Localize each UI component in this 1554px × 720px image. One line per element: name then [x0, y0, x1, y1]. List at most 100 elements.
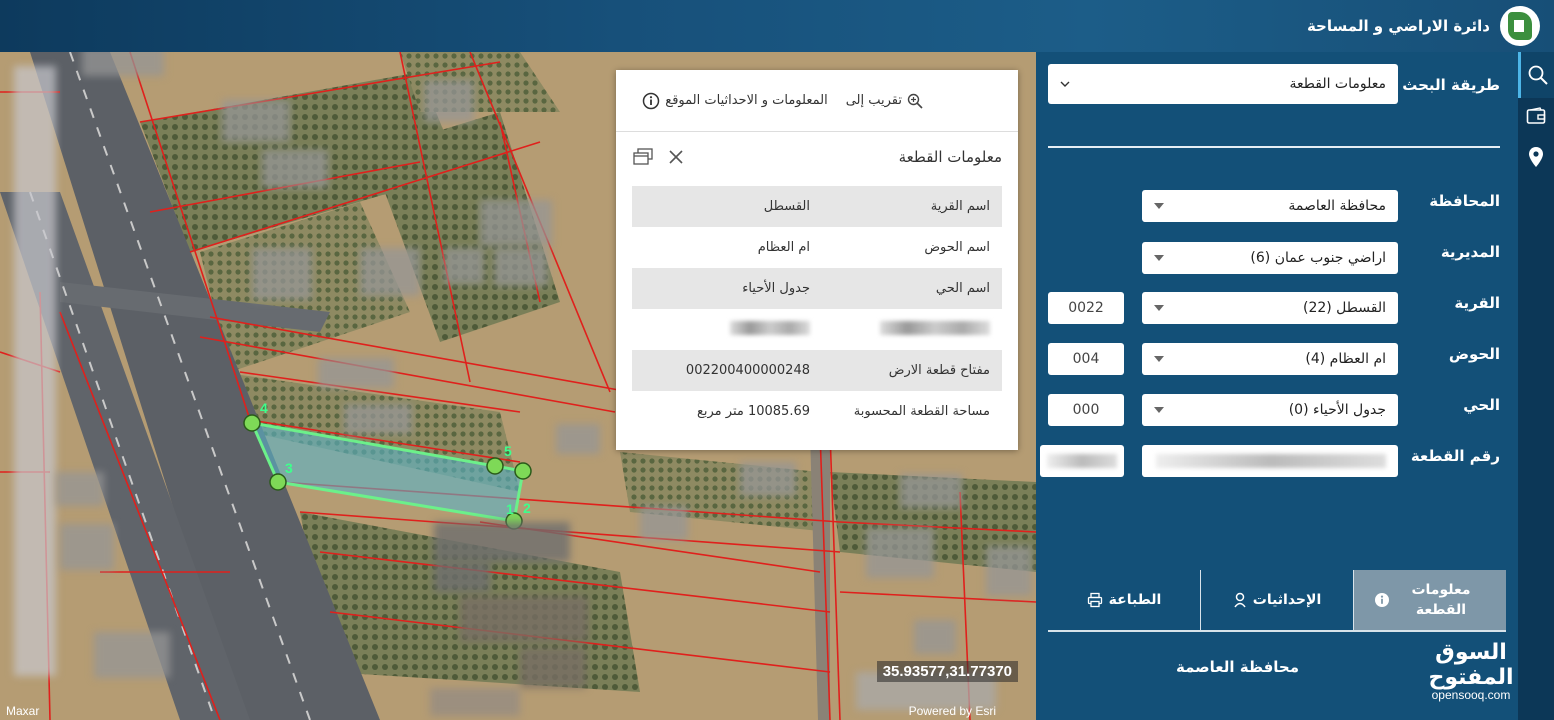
governorate-select[interactable]: محافظة العاصمة: [1142, 190, 1398, 222]
location-tool-button[interactable]: [1518, 134, 1554, 180]
popup-title: معلومات القطعة: [898, 148, 1002, 166]
search-method-label: طريقة البحث: [1402, 76, 1500, 94]
esri-attribution[interactable]: Powered by Esri: [909, 704, 996, 718]
redacted-label: [444, 248, 484, 284]
vertex-label: 5: [504, 443, 512, 459]
parcel-number-label: رقم القطعة: [1410, 447, 1500, 465]
zoom-to-label: تقريب إلى: [845, 93, 902, 108]
close-icon[interactable]: [668, 149, 684, 165]
village-code-input[interactable]: 0022: [1048, 292, 1124, 324]
redacted-label: [494, 248, 548, 286]
tab-parcel-info[interactable]: معلومات القطعة: [1354, 570, 1506, 632]
redacted-label: [480, 200, 552, 246]
selected-region-text: محافظة العاصمة: [1176, 658, 1300, 676]
watermark-arabic: السوق المفتوح: [1428, 640, 1514, 690]
governorate-label: المحافظة: [1429, 192, 1500, 210]
caret-down-icon: [1154, 407, 1164, 413]
parcel-number-redacted: [1156, 454, 1386, 468]
info-icon: [643, 92, 660, 109]
tab-parcel-info-label: معلومات القطعة: [1411, 582, 1471, 618]
redacted-label: [434, 562, 490, 592]
wallet-icon: [1526, 107, 1546, 124]
redacted-label: [262, 150, 328, 188]
redacted-label: [14, 66, 56, 676]
search-method-value: معلومات القطعة: [1289, 76, 1387, 92]
basin-select[interactable]: ام العظام (4): [1142, 343, 1398, 375]
table-row: اسم الحي جدول الأحياء: [632, 268, 1002, 309]
redacted-label: [740, 462, 796, 496]
village-select[interactable]: القسطل (22): [1142, 292, 1398, 324]
divider: [1048, 146, 1500, 148]
search-method-select[interactable]: معلومات القطعة: [1048, 64, 1398, 104]
redacted-label: [430, 688, 520, 716]
governorate-value: محافظة العاصمة: [1288, 198, 1386, 214]
table-row-redacted: [632, 309, 1002, 350]
dls-logo-icon: [1500, 6, 1540, 46]
parcel-info-popup: تقريب إلى المعلومات و الاحداثيات الموقع …: [616, 70, 1018, 450]
redacted-label: [460, 596, 588, 642]
table-row: مفتاح قطعة الارض 002200400000248: [632, 350, 1002, 391]
attr-key: اسم الحوض: [924, 240, 990, 255]
attr-value: جدول الأحياء: [632, 268, 822, 309]
cursor-coordinates: 35.93577,31.77370: [876, 661, 1018, 682]
vertex-label: 1: [506, 501, 514, 517]
attr-value-redacted: [632, 309, 822, 350]
tab-print[interactable]: الطباعة: [1048, 570, 1201, 632]
imagery-attribution: Maxar: [6, 704, 40, 718]
redacted-label: [94, 632, 170, 678]
printer-icon: [1087, 592, 1102, 608]
info-icon: [1375, 593, 1389, 607]
vertex-label: 3: [285, 460, 293, 476]
district-code-input[interactable]: 000: [1048, 394, 1124, 426]
redacted-label: [60, 524, 114, 570]
redacted-label: [986, 546, 1032, 596]
zoom-to-button[interactable]: تقريب إلى: [846, 93, 923, 109]
popup-header: معلومات القطعة: [616, 132, 1018, 182]
attr-value: ام العظام: [757, 240, 810, 255]
parcel-number-input[interactable]: [1142, 445, 1398, 477]
popup-actions: تقريب إلى المعلومات و الاحداثيات الموقع: [616, 70, 1018, 132]
caret-down-icon: [1154, 255, 1164, 261]
tab-coordinates[interactable]: الإحداثيات: [1201, 570, 1354, 632]
attr-key: اسم القرية: [822, 186, 1002, 227]
district-value: جدول الأحياء (0): [1288, 402, 1386, 418]
caret-down-icon: [1154, 305, 1164, 311]
village-value: القسطل (22): [1302, 300, 1386, 316]
search-panel: طريقة البحث معلومات القطعة المحافظة محاف…: [1036, 52, 1518, 720]
redacted-label: [360, 248, 420, 296]
basin-label: الحوض: [1448, 345, 1500, 363]
basin-code-input[interactable]: 004: [1048, 343, 1124, 375]
redacted-label: [222, 100, 290, 142]
redacted-label: [344, 404, 412, 434]
directorate-label: المديرية: [1440, 243, 1500, 261]
village-label: القرية: [1454, 294, 1500, 312]
redacted-label: [318, 358, 394, 388]
location-info-label: المعلومات و الاحداثيات الموقع: [665, 93, 828, 108]
vertex-label: 4: [260, 400, 268, 416]
parcel-code-input[interactable]: [1040, 445, 1124, 477]
directorate-select[interactable]: اراضي جنوب عمان (6): [1142, 242, 1398, 274]
app-title: دائرة الاراضي و المساحة: [1306, 17, 1490, 35]
directorate-value: اراضي جنوب عمان (6): [1250, 250, 1386, 266]
district-select[interactable]: جدول الأحياء (0): [1142, 394, 1398, 426]
attr-key: مفتاح قطعة الارض: [822, 350, 1002, 391]
attr-key-redacted: [822, 309, 1002, 350]
zoom-in-icon: [907, 93, 923, 109]
search-icon: [1528, 65, 1548, 85]
redacted-label: [82, 52, 164, 76]
dock-icon[interactable]: [632, 148, 654, 166]
layers-tool-button[interactable]: [1518, 98, 1554, 134]
table-row: اسم الحوض ام العظام: [632, 227, 1002, 268]
popup-tools: [632, 148, 684, 166]
search-tool-button[interactable]: [1518, 52, 1554, 98]
parcel-code-redacted: [1047, 454, 1117, 468]
basin-value: ام العظام (4): [1305, 351, 1386, 367]
tool-iconbar: [1518, 52, 1554, 720]
attr-value: 002200400000248: [632, 350, 822, 391]
table-row: مساحة القطعة المحسوبة 10085.69 متر مربع: [632, 391, 1002, 432]
location-info-button[interactable]: المعلومات و الاحداثيات الموقع: [642, 92, 828, 110]
vertex-label: 2: [523, 500, 531, 516]
redacted-label: [424, 80, 474, 122]
district-label: الحي: [1463, 396, 1500, 414]
caret-down-icon: [1154, 356, 1164, 362]
